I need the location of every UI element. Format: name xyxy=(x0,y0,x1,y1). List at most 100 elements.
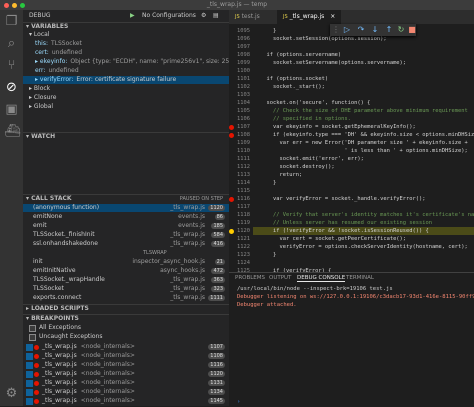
stack-frame[interactable]: exports.connect _tls_wrap.js 1111 xyxy=(23,294,229,302)
search-icon[interactable]: ⌕ xyxy=(4,36,19,51)
checkbox[interactable] xyxy=(26,344,33,351)
checkbox[interactable] xyxy=(26,371,33,378)
frame-name: TLSSocket xyxy=(33,285,64,292)
gear-icon[interactable]: ⚙ xyxy=(201,12,206,20)
variable-row[interactable]: ▸ ekeyinfo: Object {type: "ECDH", name: "… xyxy=(23,58,229,66)
title-bar: _tls_wrap.js — temp xyxy=(0,0,474,10)
configuration-select[interactable]: No Configurations xyxy=(142,12,196,20)
tab-tls-wrap-js[interactable]: JS _tls_wrap.js × xyxy=(277,10,342,24)
checkbox[interactable] xyxy=(26,398,33,405)
breakpoint-item[interactable]: _tls_wrap.js <node_internals> 1108 xyxy=(23,352,229,360)
code-line[interactable]: // specified in options. xyxy=(260,115,351,123)
exception-breakpoint-option[interactable]: Uncaught Exceptions xyxy=(23,333,229,341)
tab-problems[interactable]: PROBLEMS xyxy=(235,275,265,281)
stack-frame[interactable]: ssl.onhandshakedone _tls_wrap.js 416 xyxy=(23,240,229,248)
breakpoint-gutter-icon[interactable] xyxy=(229,124,234,130)
stack-frame[interactable]: (anonymous function) _tls_wrap.js 1120 xyxy=(23,204,229,212)
code-line[interactable]: var verifyError = socket._handle.verifyE… xyxy=(260,195,426,203)
stack-frame[interactable]: TLSSocket._finishInit _tls_wrap.js 584 xyxy=(23,231,229,239)
restart-icon[interactable]: ↻ xyxy=(396,25,406,35)
code-line[interactable]: return; xyxy=(260,171,302,179)
code-line[interactable]: socket._start(); xyxy=(260,83,325,91)
breakpoint-gutter-icon[interactable] xyxy=(229,132,234,138)
variable-row[interactable]: err: undefined xyxy=(23,67,229,75)
variable-row[interactable]: cert: undefined xyxy=(23,49,229,57)
tab-output[interactable]: OUTPUT xyxy=(269,275,291,281)
variable-row[interactable]: this: TLSSocket xyxy=(23,40,229,48)
console-prompt-icon[interactable]: › xyxy=(237,398,240,406)
breakpoint-item[interactable]: _tls_wrap.js <node_internals> 1120 xyxy=(23,370,229,378)
stack-frame[interactable]: emit events.js 185 xyxy=(23,222,229,230)
code-line[interactable]: if (!verifyError && !socket.isSessionReu… xyxy=(253,227,474,235)
tab-test-js[interactable]: JS test.js xyxy=(229,10,266,24)
docker-icon[interactable]: ⛴ xyxy=(4,124,21,139)
checkbox[interactable] xyxy=(26,389,33,396)
breakpoint-item[interactable]: _tls_wrap.js <node_internals> 1131 xyxy=(23,379,229,387)
call-stack-section-header[interactable]: ▾ CALL STACK PAUSED ON STEP xyxy=(23,194,229,203)
checkbox[interactable] xyxy=(29,334,36,341)
code-line[interactable]: } xyxy=(260,179,276,187)
breakpoint-gutter-icon[interactable] xyxy=(229,196,234,202)
variable-row[interactable]: ▸ Block xyxy=(23,85,229,93)
debug-icon[interactable]: ⊘ xyxy=(4,80,19,95)
breakpoints-section-header[interactable]: ▾ BREAKPOINTS xyxy=(23,314,229,323)
stack-frame[interactable]: emitNone events.js 86 xyxy=(23,213,229,221)
close-tab-icon[interactable]: × xyxy=(330,13,335,20)
code-line[interactable]: } xyxy=(260,27,276,35)
breakpoint-item[interactable]: _tls_wrap.js <node_internals> 1116 xyxy=(23,361,229,369)
variables-section-header[interactable]: ▾ VARIABLES xyxy=(23,22,229,31)
variable-name: ▸ verifyError: xyxy=(35,76,74,83)
tab-terminal[interactable]: TERMINAL xyxy=(346,275,374,281)
checkbox[interactable] xyxy=(26,362,33,369)
checkbox[interactable] xyxy=(26,353,33,360)
settings-gear-icon[interactable]: ⚙ xyxy=(4,386,19,401)
code-line[interactable]: } xyxy=(260,251,276,259)
code-line[interactable]: var err = new Error('DH parameter size '… xyxy=(260,139,467,147)
step-into-icon[interactable]: ↓ xyxy=(370,25,380,35)
code-line[interactable]: // Unless server has resumed our existin… xyxy=(260,219,432,227)
code-line[interactable]: socket.on('secure', function() { xyxy=(260,99,370,107)
extensions-icon[interactable]: ▣ xyxy=(4,102,19,117)
variable-row[interactable]: ▸ Global xyxy=(23,103,229,111)
stack-frame[interactable]: TLSSocket _tls_wrap.js 323 xyxy=(23,285,229,293)
code-line[interactable]: var cert = socket.getPeerCertificate(); xyxy=(260,235,406,243)
step-out-icon[interactable]: ↑ xyxy=(384,25,394,35)
step-over-icon[interactable]: ↷ xyxy=(356,25,366,35)
code-line[interactable]: socket.emit('error', err); xyxy=(260,155,363,163)
checkbox[interactable] xyxy=(26,380,33,387)
breakpoint-gutter-icon[interactable] xyxy=(229,228,234,234)
checkbox[interactable] xyxy=(29,325,36,332)
breakpoint-item[interactable]: _tls_wrap.js <node_internals> 1134 xyxy=(23,388,229,396)
drag-handle-icon[interactable]: ⋮ xyxy=(331,25,341,35)
stack-frame[interactable]: TLSSocket._wrapHandle _tls_wrap.js 363 xyxy=(23,276,229,284)
explorer-icon[interactable]: ❐ xyxy=(4,14,19,29)
code-line[interactable]: socket.setServername(options.servername)… xyxy=(260,59,406,67)
variable-row[interactable]: ▸ verifyError: Error: certificate signatu… xyxy=(23,76,229,84)
exception-breakpoint-option[interactable]: All Exceptions xyxy=(23,324,229,332)
stack-frame[interactable]: init inspector_async_hook.js 21 xyxy=(23,258,229,266)
tab-debug-console[interactable]: DEBUG CONSOLE xyxy=(297,275,346,282)
code-line[interactable]: // Check the size of DHE parameter above… xyxy=(260,107,468,115)
continue-icon[interactable]: ▷ xyxy=(342,25,352,35)
code-line[interactable]: verifyError = options.checkServerIdentit… xyxy=(260,243,467,251)
code-line[interactable]: if (options.socket) xyxy=(260,75,328,83)
code-line[interactable]: if (options.servername) xyxy=(260,51,341,59)
variable-row[interactable]: ▸ Closure xyxy=(23,94,229,102)
code-line[interactable]: ' is less than ' + options.minDHSize); xyxy=(260,147,467,155)
loaded-scripts-section-header[interactable]: ▸ LOADED SCRIPTS xyxy=(23,304,229,313)
breakpoint-item[interactable]: _tls_wrap.js <node_internals> 1107 xyxy=(23,343,229,351)
breakpoint-item[interactable]: _tls_wrap.js <node_internals> 1145 xyxy=(23,397,229,405)
code-line[interactable]: var ekeyinfo = socket.getEphemeralKeyInf… xyxy=(260,123,416,131)
code-line[interactable]: // Verify that server's identity matches… xyxy=(260,211,474,219)
watch-section-header[interactable]: ▾ WATCH xyxy=(23,132,229,141)
stack-frame[interactable]: emitInitNative async_hooks.js 472 xyxy=(23,267,229,275)
start-debugging-button[interactable]: ▶ xyxy=(130,12,135,20)
code-line[interactable]: socket.destroy(); xyxy=(260,163,334,171)
code-line[interactable]: if (ekeyinfo.type === 'DH' && ekeyinfo.s… xyxy=(260,131,474,139)
source-control-icon[interactable]: ⑂ xyxy=(4,58,19,73)
variable-row[interactable]: ▾ Local xyxy=(23,31,229,39)
code-line[interactable]: socket.setSession(options.session); xyxy=(260,35,387,43)
breakpoint-file: _tls_wrap.js xyxy=(42,361,77,368)
stop-icon[interactable]: ■ xyxy=(407,25,417,35)
terminal-icon[interactable]: ▤ xyxy=(213,12,219,20)
